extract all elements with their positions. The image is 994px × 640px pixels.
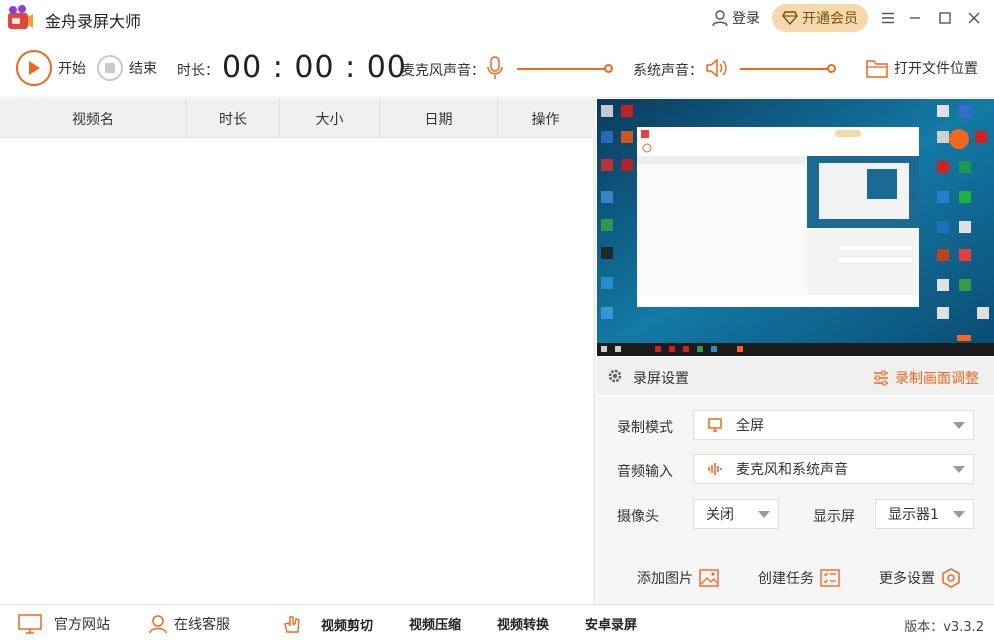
close-icon <box>968 12 980 24</box>
create-task-label: 创建任务 <box>758 571 814 587</box>
monitor-icon <box>18 614 42 634</box>
display-value: 显示器1 <box>888 507 939 523</box>
display-label: 显示屏 <box>813 509 855 525</box>
official-website-link[interactable]: 官方网站 <box>18 614 110 634</box>
add-image-button[interactable]: 添加图片 <box>637 568 719 588</box>
screen-adjust-button[interactable]: 录制画面调整 <box>873 368 979 388</box>
audio-input-label: 音频输入 <box>617 464 673 480</box>
version-label: 版本：v3.3.2 <box>904 620 984 635</box>
record-mode-select[interactable]: 全屏 <box>693 410 974 440</box>
video-list <box>0 139 593 604</box>
record-mode-value: 全屏 <box>736 418 764 434</box>
video-convert-link[interactable]: 视频转换 <box>497 614 549 633</box>
open-folder-label: 打开文件位置 <box>894 61 978 77</box>
app-logo-icon <box>8 5 33 29</box>
login-button[interactable]: 登录 <box>711 8 760 28</box>
title-bar: 金舟录屏大师 登录 开通会员 <box>0 0 994 36</box>
record-mode-label: 录制模式 <box>617 420 673 436</box>
video-edit-link[interactable]: 视频剪切 <box>283 614 373 634</box>
audio-input-value: 麦克风和系统声音 <box>736 462 848 478</box>
col-action[interactable]: 操作 <box>498 99 593 138</box>
folder-icon <box>866 60 888 78</box>
microphone-icon[interactable] <box>487 56 503 80</box>
screen-adjust-label: 录制画面调整 <box>895 371 979 387</box>
more-settings-button[interactable]: 更多设置 <box>879 568 961 588</box>
col-size[interactable]: 大小 <box>280 99 380 138</box>
minimize-button[interactable] <box>903 6 927 30</box>
system-volume-slider[interactable] <box>740 68 830 70</box>
system-volume-knob[interactable] <box>827 64 836 73</box>
vip-label: 开通会员 <box>802 11 858 27</box>
timer-display: 00 : 00 : 00 <box>222 50 407 85</box>
camera-select[interactable]: 关闭 <box>693 499 779 529</box>
support-agent-icon <box>149 615 167 634</box>
mic-volume-label: 麦克风声音： <box>401 63 485 79</box>
col-duration[interactable]: 时长 <box>187 99 280 138</box>
camera-label: 摄像头 <box>617 509 659 525</box>
more-settings-label: 更多设置 <box>879 571 935 587</box>
video-list-header: 视频名 时长 大小 日期 操作 <box>0 99 593 138</box>
gear-icon <box>608 369 622 383</box>
display-select[interactable]: 显示器1 <box>875 499 974 529</box>
camera-value: 关闭 <box>706 507 734 523</box>
hand-icon <box>284 616 300 633</box>
menu-icon <box>882 12 894 24</box>
start-button[interactable]: 开始 <box>16 50 86 86</box>
system-volume-label: 系统声音： <box>633 63 703 79</box>
play-icon <box>16 50 52 86</box>
audio-wave-icon <box>708 463 722 475</box>
settings-header: 录屏设置 录制画面调整 <box>597 357 994 395</box>
diamond-icon <box>782 11 798 25</box>
footer-bar: 官方网站 在线客服 视频剪切 视频压缩 视频转换 安卓录屏 版本：v3.3.2 <box>0 604 994 640</box>
settings-panel: 录制模式 全屏 音频输入 麦克风和系统声音 摄像头 关闭 显示屏 显示器1 添加… <box>597 396 994 604</box>
stop-icon <box>97 55 123 81</box>
app-title: 金舟录屏大师 <box>45 12 142 31</box>
official-website-label: 官方网站 <box>54 617 110 633</box>
vip-button[interactable]: 开通会员 <box>772 4 868 32</box>
settings-title: 录屏设置 <box>633 371 689 387</box>
chevron-down-icon <box>953 466 965 473</box>
maximize-icon <box>939 12 951 24</box>
video-compress-link[interactable]: 视频压缩 <box>409 614 461 633</box>
start-label: 开始 <box>58 61 86 77</box>
add-image-label: 添加图片 <box>637 571 693 587</box>
sliders-icon <box>874 370 888 386</box>
toolbar: 开始 结束 时长： 00 : 00 : 00 麦克风声音： 系统声音： 打开文件… <box>0 38 994 98</box>
duration-label: 时长： <box>177 63 219 79</box>
maximize-button[interactable] <box>933 6 957 30</box>
mic-volume-slider[interactable] <box>517 68 607 70</box>
login-label: 登录 <box>732 11 760 27</box>
android-record-link[interactable]: 安卓录屏 <box>585 614 637 633</box>
speaker-icon[interactable] <box>705 58 727 78</box>
col-video-name[interactable]: 视频名 <box>0 99 187 138</box>
monitor-icon <box>708 418 722 432</box>
online-support-label: 在线客服 <box>174 617 230 633</box>
mic-volume-knob[interactable] <box>604 64 613 73</box>
minimize-icon <box>910 17 920 19</box>
user-icon <box>712 10 728 27</box>
col-date[interactable]: 日期 <box>380 99 498 138</box>
task-list-icon <box>820 569 840 587</box>
image-icon <box>699 569 719 587</box>
open-folder-button[interactable]: 打开文件位置 <box>866 58 978 78</box>
chevron-down-icon <box>758 511 770 518</box>
splitter[interactable] <box>593 99 596 604</box>
menu-button[interactable] <box>876 6 900 30</box>
stop-label: 结束 <box>129 61 157 77</box>
online-support-link[interactable]: 在线客服 <box>148 614 230 634</box>
chevron-down-icon <box>953 511 965 518</box>
close-button[interactable] <box>962 6 986 30</box>
screen-preview <box>597 99 994 356</box>
chevron-down-icon <box>953 422 965 429</box>
stop-button[interactable]: 结束 <box>97 55 157 81</box>
create-task-button[interactable]: 创建任务 <box>758 568 840 588</box>
desktop-preview-image <box>597 99 994 356</box>
audio-input-select[interactable]: 麦克风和系统声音 <box>693 454 974 484</box>
hexagon-gear-icon <box>942 568 960 588</box>
video-edit-label: 视频剪切 <box>321 618 374 634</box>
